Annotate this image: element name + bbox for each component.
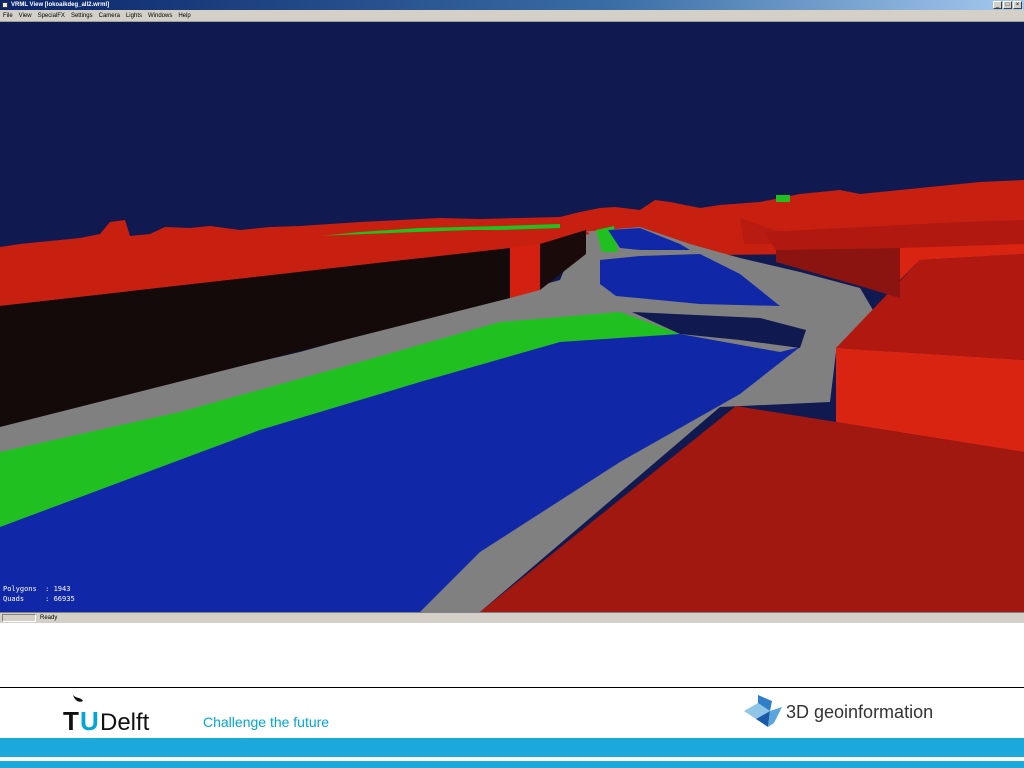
menu-specialfx[interactable]: SpecialFX [35, 10, 68, 21]
menu-camera[interactable]: Camera [96, 10, 123, 21]
brand-text: 3D geoinformation [786, 702, 934, 722]
3d-viewport[interactable]: Polygons : 1943 Quads : 66935 [0, 22, 1024, 612]
close-button[interactable]: × [1013, 1, 1022, 9]
status-bar: Ready [0, 612, 1024, 623]
logo-t: T [63, 706, 79, 733]
quads-value: 66935 [53, 595, 75, 603]
logo-delft: Delft [100, 709, 150, 733]
logo-u: U [80, 706, 99, 733]
slogan: Challenge the future [203, 714, 330, 730]
menu-file[interactable]: File [0, 10, 16, 21]
footer-band [0, 738, 1024, 757]
polygons-value: 1943 [53, 585, 71, 593]
footer-divider [0, 687, 1024, 688]
window-controls: _ □ × [993, 1, 1022, 9]
building-left-end [510, 244, 540, 298]
menu-lights[interactable]: Lights [123, 10, 145, 21]
geoinformation-logo [744, 693, 784, 729]
footer-band-thin [0, 761, 1024, 768]
maximize-button[interactable]: □ [1003, 1, 1012, 9]
menu-bar: File View SpecialFX Settings Camera Ligh… [0, 10, 1024, 22]
menu-help[interactable]: Help [175, 10, 193, 21]
distant-tree [776, 195, 790, 202]
window-titlebar: VRML View [lokoaikdeg_all2.wrml] _ □ × [0, 0, 1024, 10]
menu-view[interactable]: View [16, 10, 35, 21]
flame-icon [73, 695, 83, 702]
window-title: VRML View [lokoaikdeg_all2.wrml] [11, 2, 110, 8]
status-cell-empty [2, 614, 36, 622]
minimize-button[interactable]: _ [993, 1, 1002, 9]
tudelft-logo: T U Delft [63, 693, 173, 736]
polygons-label: Polygons [3, 585, 37, 593]
geo-cube-icon [744, 695, 782, 727]
quads-label: Quads [3, 595, 25, 603]
render-stats: Polygons : 1943 Quads : 66935 [3, 585, 75, 603]
menu-settings[interactable]: Settings [68, 10, 96, 21]
menu-windows[interactable]: Windows [145, 10, 175, 21]
3d-scene [0, 22, 1024, 612]
tudelft-logo-graphic: T U Delft [63, 695, 150, 736]
status-text: Ready [40, 615, 58, 621]
app-icon [2, 2, 8, 8]
